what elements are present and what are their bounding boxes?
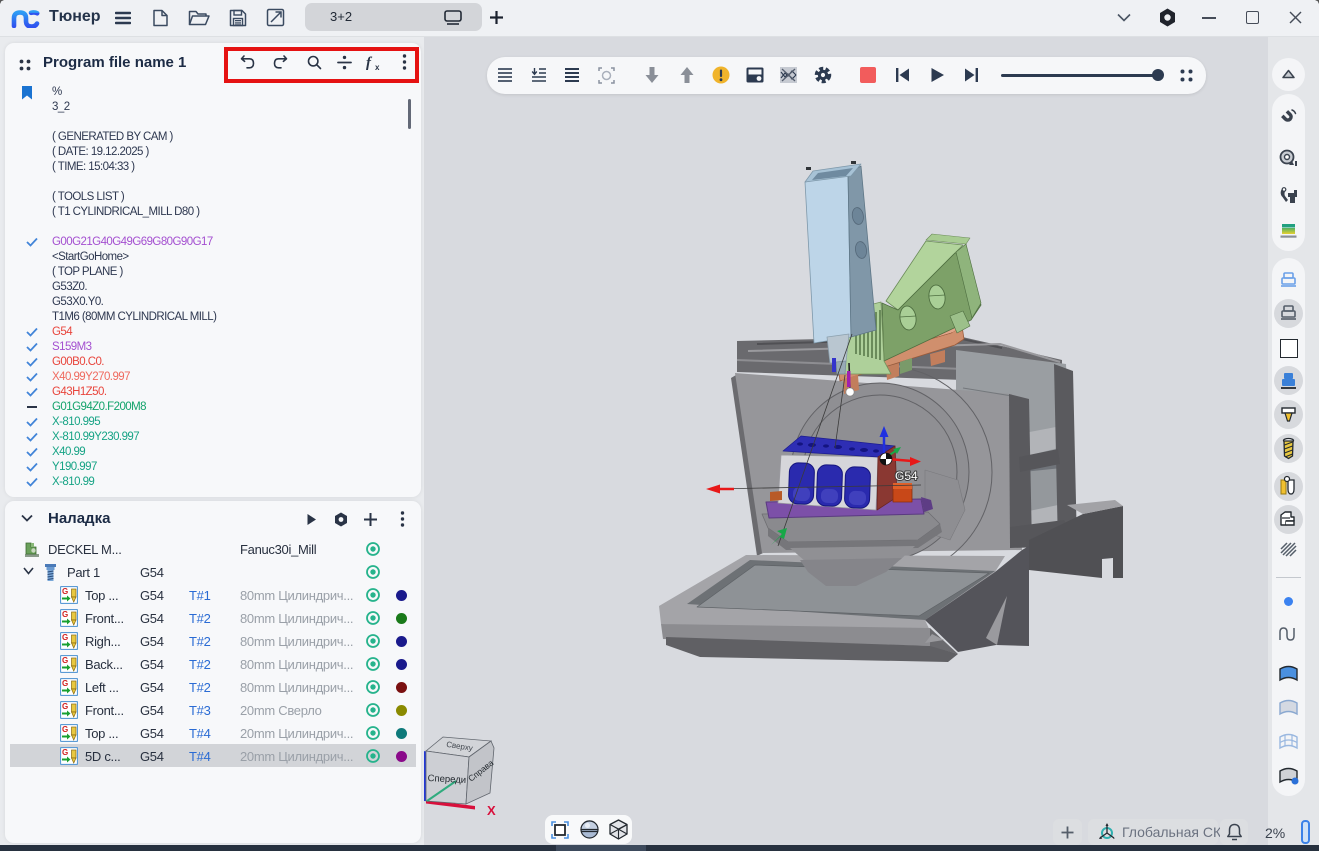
svg-text:f: f (366, 55, 373, 71)
svg-text:Спереди: Спереди (427, 773, 466, 786)
svg-text:X: X (487, 803, 496, 818)
svg-text:G54: G54 (895, 469, 918, 483)
svg-text:x: x (375, 63, 380, 72)
